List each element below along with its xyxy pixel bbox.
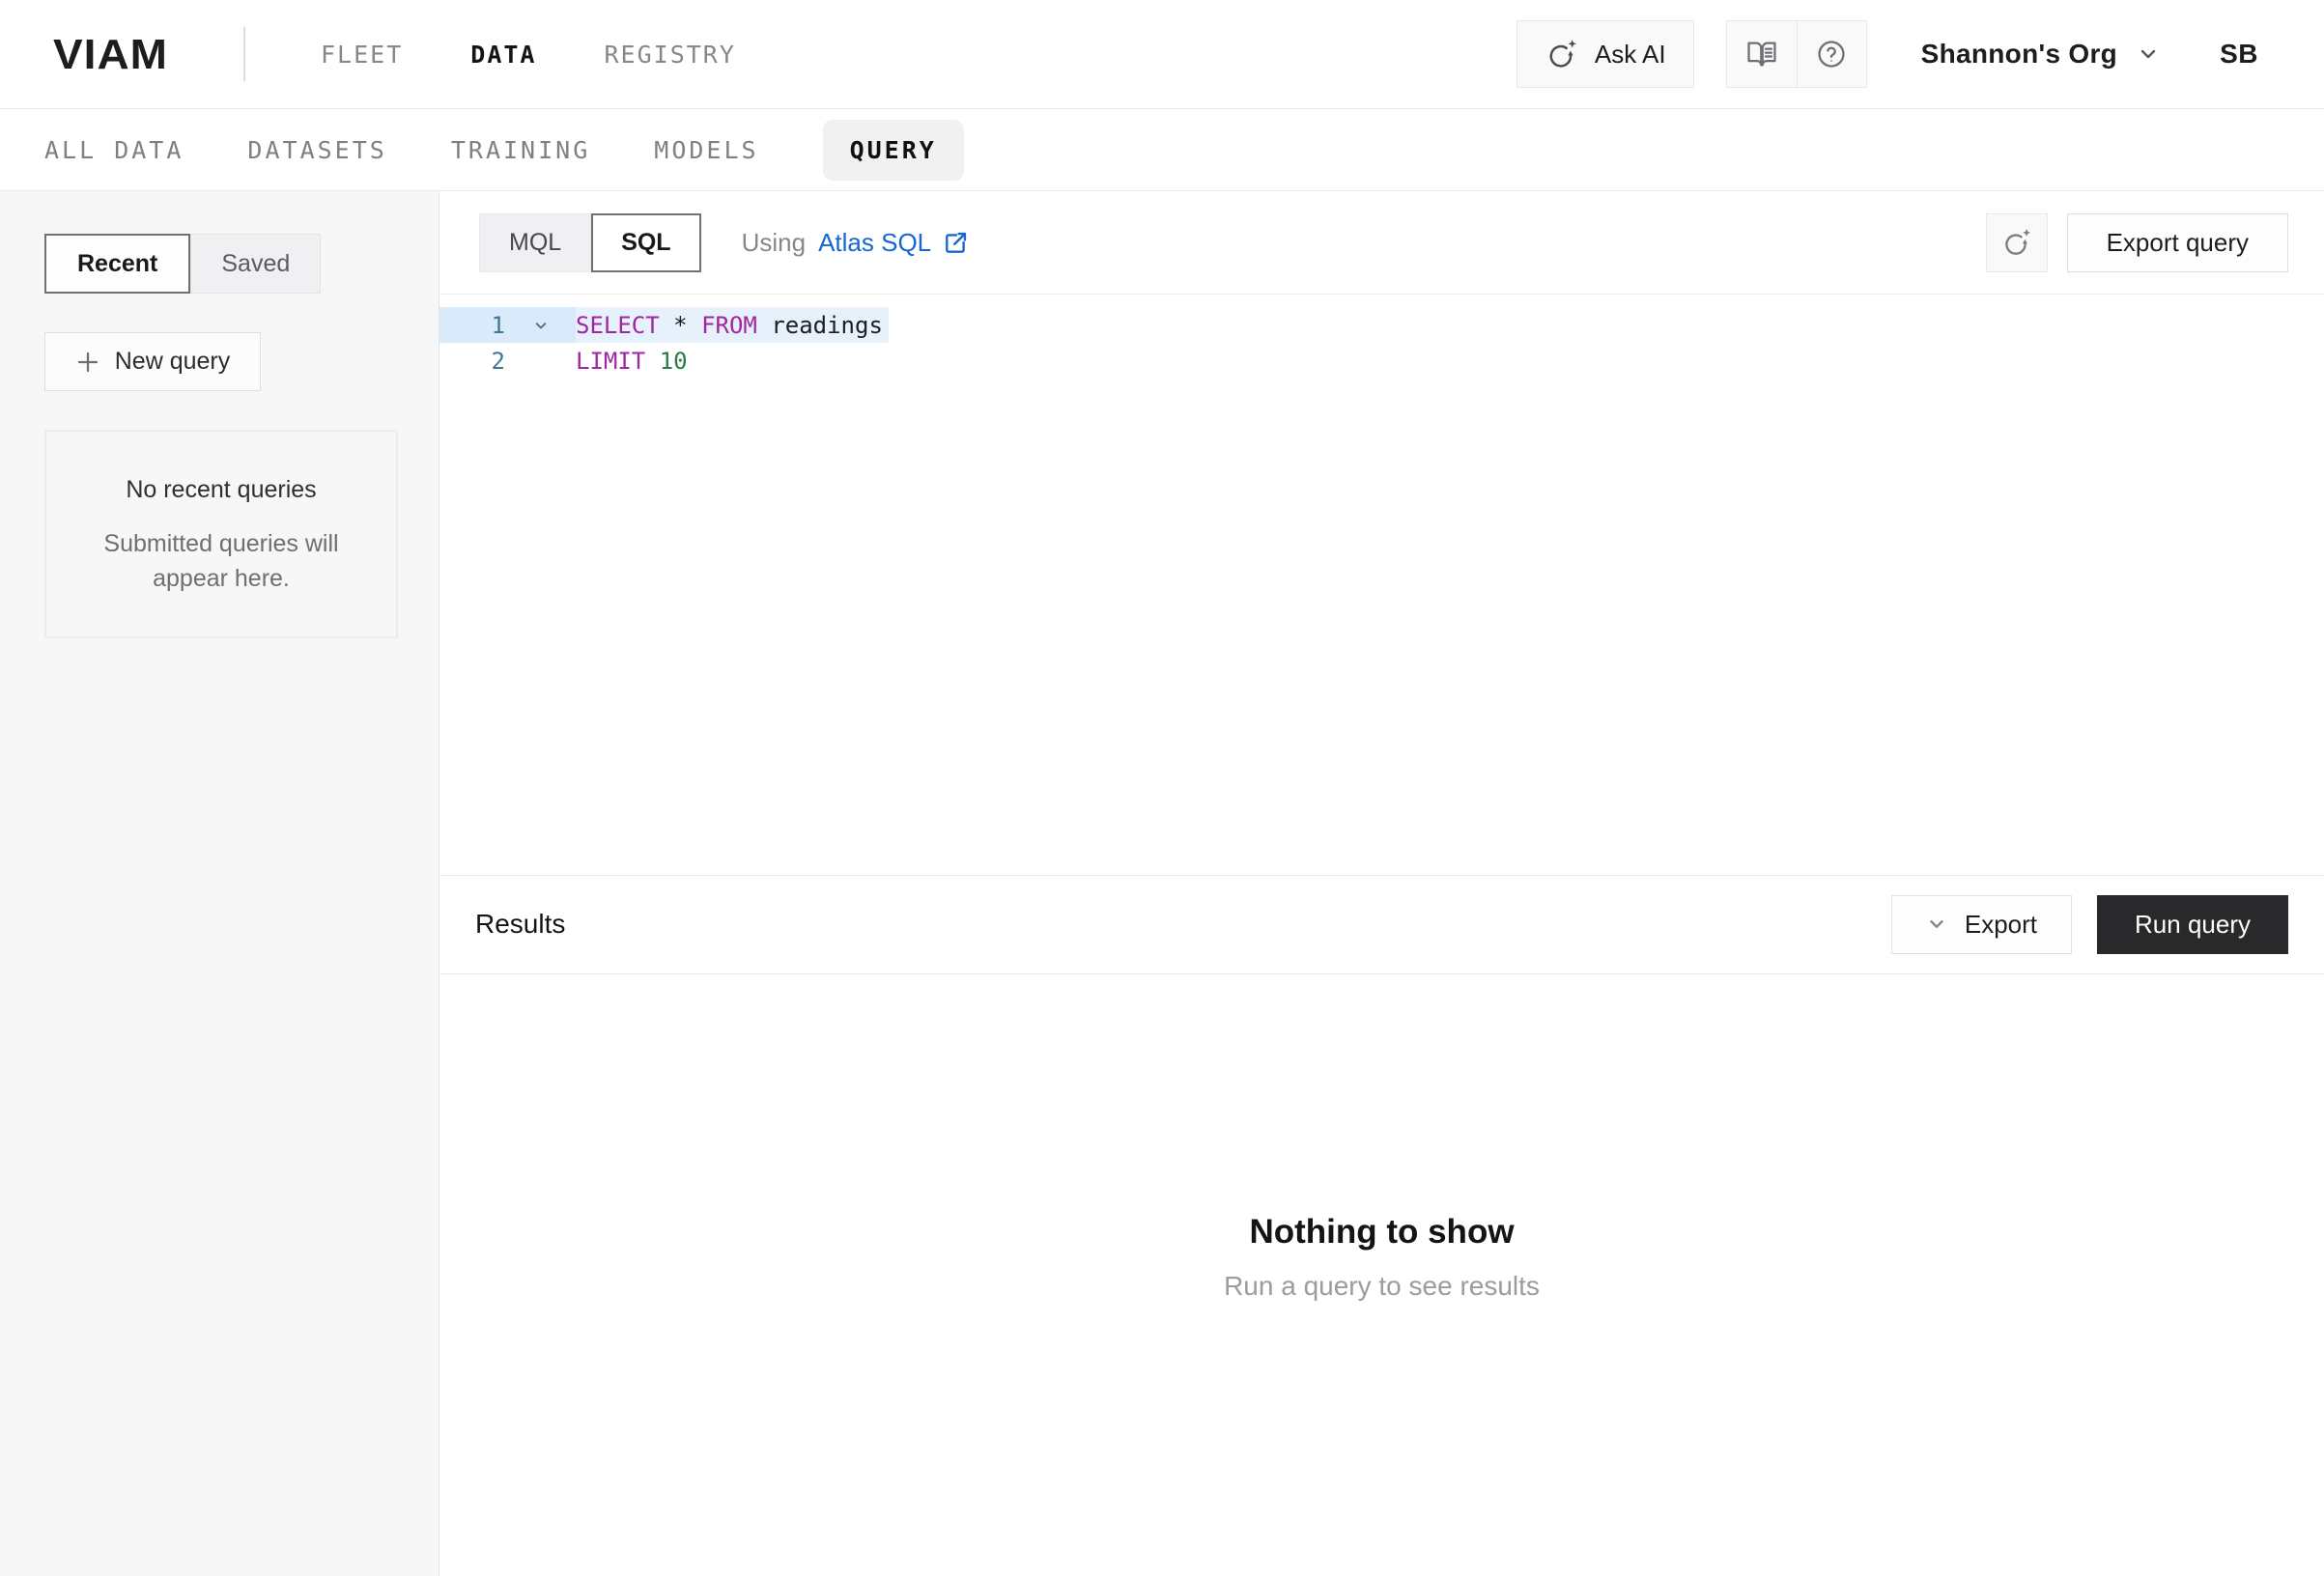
atlas-sql-link[interactable]: Atlas SQL [818,228,969,258]
chevron-down-icon [2137,42,2160,66]
tab-query[interactable]: QUERY [823,120,964,181]
viam-logo[interactable]: VIAM [53,30,168,79]
code-text: SELECT * FROM readings [576,307,889,343]
new-query-button[interactable]: New query [44,332,261,391]
export-results-button[interactable]: Export [1891,895,2072,954]
using-label: Using [742,228,806,258]
app-header: VIAM FLEET DATA REGISTRY Ask AI [0,0,2324,109]
top-nav-item-registry[interactable]: REGISTRY [604,41,735,69]
tab-models[interactable]: MODELS [654,136,758,164]
ai-sparkle-icon [2000,226,2033,259]
header-divider [243,27,245,81]
recent-tab[interactable]: Recent [44,234,190,294]
data-subnav: ALL DATA DATASETS TRAINING MODELS QUERY [0,109,2324,191]
plus-icon [75,350,100,375]
new-query-label: New query [115,348,231,376]
query-toolbar: MQL SQL Using Atlas SQL [439,191,2324,295]
export-results-label: Export [1965,910,2037,940]
export-query-button[interactable]: Export query [2067,213,2288,272]
content: Recent Saved New query No recent queries… [0,191,2324,1576]
ask-ai-label: Ask AI [1595,40,1666,70]
ai-sparkle-icon [1545,37,1579,71]
tab-all-data[interactable]: ALL DATA [44,136,184,164]
mql-toggle[interactable]: MQL [479,213,591,272]
user-avatar-initials[interactable]: SB [2220,39,2258,70]
ask-ai-button[interactable]: Ask AI [1516,20,1694,88]
top-nav-item-fleet[interactable]: FLEET [321,41,403,69]
export-query-label: Export query [2107,228,2249,258]
org-switcher[interactable]: Shannon's Org [1921,39,2160,70]
empty-state-subtitle: Submitted queries will appear here. [73,527,369,596]
sql-code-editor[interactable]: 1 SELECT * FROM readings 2 LIMIT 10 [439,295,2324,875]
line-number: 2 [439,348,505,375]
org-name: Shannon's Org [1921,39,2117,70]
header-right: Ask AI [1516,20,2258,88]
tab-datasets[interactable]: DATASETS [247,136,386,164]
external-link-icon [943,230,969,256]
ai-generate-button[interactable] [1986,213,2048,272]
book-icon [1745,38,1778,70]
results-title: Results [475,909,565,940]
top-nav: FLEET DATA REGISTRY [321,41,736,69]
code-text: LIMIT 10 [576,343,688,379]
results-empty-state: Nothing to show Run a query to see resul… [439,974,2324,1576]
code-line[interactable]: 1 SELECT * FROM readings [439,307,2324,343]
tab-training[interactable]: TRAINING [451,136,590,164]
fold-chevron-icon[interactable] [505,316,576,335]
docs-help-group [1726,20,1867,88]
recent-queries-empty-state: No recent queries Submitted queries will… [44,430,398,638]
run-query-label: Run query [2135,910,2251,940]
results-empty-title: Nothing to show [1249,1213,1514,1252]
query-toolbar-actions: Export query [1986,213,2288,272]
sql-toggle[interactable]: SQL [591,213,700,272]
code-line[interactable]: 2 LIMIT 10 [439,343,2324,379]
using-atlas-sql: Using Atlas SQL [742,228,970,258]
line-number: 1 [439,312,505,339]
empty-state-title: No recent queries [73,476,369,504]
top-nav-item-data[interactable]: DATA [470,41,536,69]
query-list-toggle: Recent Saved [44,234,396,294]
saved-tab[interactable]: Saved [190,234,321,294]
help-icon [1815,38,1848,70]
query-main: MQL SQL Using Atlas SQL [439,191,2324,1576]
chevron-down-icon [1926,914,1947,935]
query-sidebar: Recent Saved New query No recent queries… [0,191,439,1576]
results-actions: Export Run query [1891,895,2288,954]
results-empty-subtitle: Run a query to see results [1224,1271,1540,1302]
help-button[interactable] [1797,21,1866,87]
query-language-toggle: MQL SQL [479,213,701,272]
results-bar: Results Export Run query [439,875,2324,974]
run-query-button[interactable]: Run query [2097,895,2288,954]
atlas-sql-link-label: Atlas SQL [818,228,931,258]
documentation-button[interactable] [1727,21,1797,87]
